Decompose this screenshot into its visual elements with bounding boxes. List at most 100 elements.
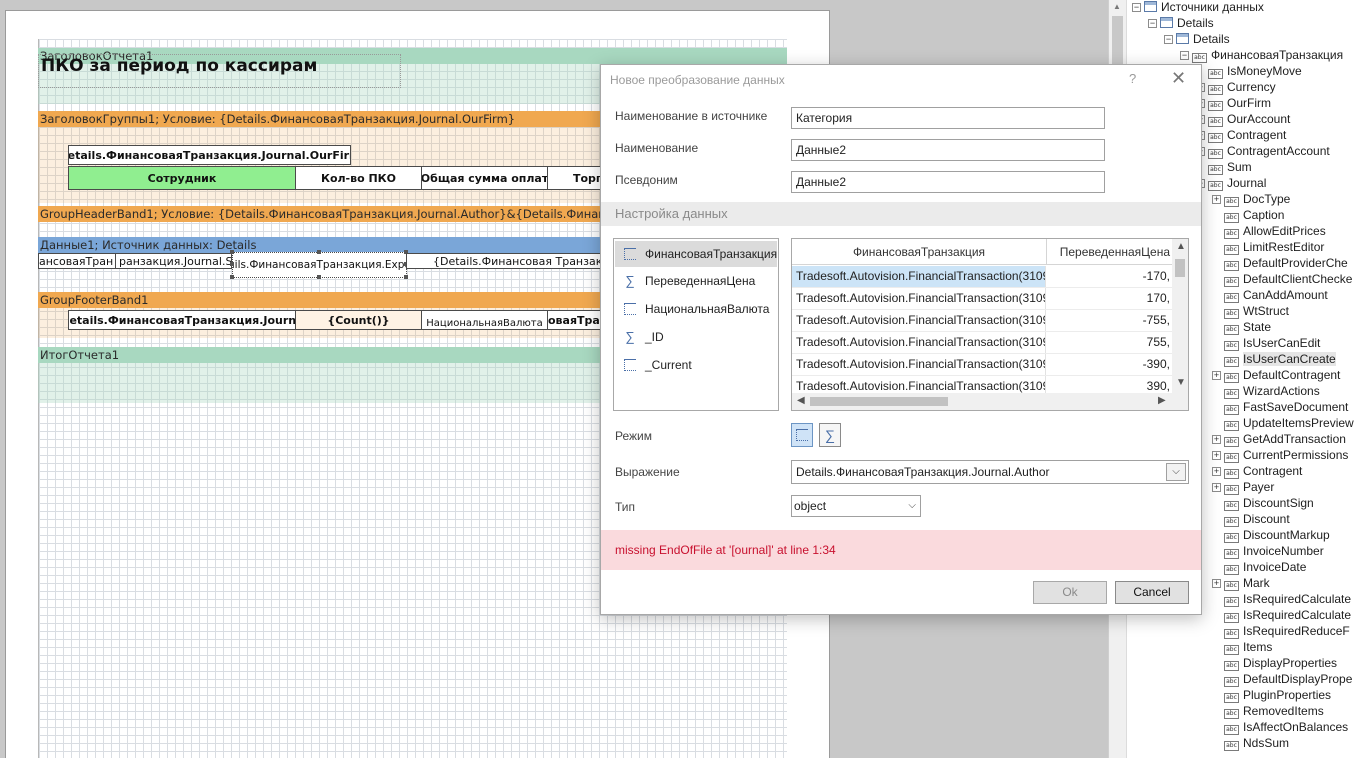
tree-item[interactable]: abc InvoiceDate (1212, 559, 1306, 575)
collapse-icon[interactable]: − (1132, 3, 1141, 12)
scroll-right-icon[interactable]: ▶ (1158, 395, 1166, 406)
footer-cell-currency[interactable]: НациональнаяВалюта (421, 310, 548, 330)
expand-icon[interactable]: + (1212, 371, 1221, 380)
tree-item[interactable]: abc IsRequiredCalculate (1212, 607, 1351, 623)
expression-field[interactable]: Details.ФинансоваяТранзакция.Journal.Aut… (791, 460, 1189, 484)
help-icon[interactable]: ? (1129, 71, 1136, 86)
field-item-id[interactable]: ∑ _ID (615, 324, 777, 350)
scroll-down-icon[interactable]: ▼ (1176, 377, 1186, 388)
preview-horizontal-scrollbar[interactable]: ◀ ▶ (792, 393, 1188, 410)
data-preview-grid[interactable]: ФинансоваяТранзакция ПереведеннаяЦена Tr… (791, 238, 1189, 411)
scroll-up-icon[interactable]: ▲ (1176, 241, 1186, 252)
tree-item[interactable]: + abc Payer (1212, 479, 1274, 495)
selection-handle[interactable] (230, 262, 234, 266)
tree-item[interactable]: abc PluginProperties (1212, 687, 1331, 703)
group-field-cell[interactable]: {Details.ФинансоваяТранзакция.Journal.Ou… (68, 145, 351, 165)
tree-item[interactable]: abc IsUserCanEdit (1212, 335, 1320, 351)
tree-item[interactable]: +abcOurAccount (1196, 111, 1290, 127)
tree-item[interactable]: abc FastSaveDocument (1212, 399, 1348, 415)
tree-item[interactable]: +abcContragent (1196, 127, 1286, 143)
tree-item[interactable]: abc IsUserCanCreate (1212, 351, 1336, 367)
tree-item[interactable]: abc NdsSum (1212, 735, 1289, 751)
tree-item[interactable]: abc InvoiceNumber (1212, 543, 1324, 559)
preview-vertical-scrollbar[interactable]: ▲ ▼ (1172, 239, 1188, 393)
tree-item[interactable]: + abc DocType (1212, 191, 1290, 207)
tree-item[interactable]: abc IsRequiredCalculate (1212, 591, 1351, 607)
tree-item[interactable]: abc IsRequiredReduceF (1212, 623, 1350, 639)
collapse-icon[interactable]: − (1164, 35, 1173, 44)
tree-item[interactable]: + abc CurrentPermissions (1212, 447, 1348, 463)
field-item-current[interactable]: _Current (615, 352, 777, 378)
preview-column-header[interactable]: ФинансоваяТранзакция (792, 239, 1047, 265)
name-field[interactable] (791, 139, 1105, 161)
scroll-left-icon[interactable]: ◀ (797, 395, 805, 406)
type-select[interactable]: object ⌵ (791, 495, 921, 517)
tree-item[interactable]: abc DiscountMarkup (1212, 527, 1330, 543)
tree-item[interactable]: − Details (1148, 15, 1214, 31)
expand-icon[interactable]: + (1212, 467, 1221, 476)
selection-handle[interactable] (317, 275, 321, 279)
tree-item[interactable]: abc DiscountSign (1212, 495, 1314, 511)
tree-item[interactable]: abc Sum (1196, 159, 1252, 175)
tree-item[interactable]: − abc ФинансоваяТранзакция (1180, 47, 1343, 63)
tree-item[interactable]: abc RemovedItems (1212, 703, 1324, 719)
cancel-button[interactable]: Cancel (1115, 581, 1189, 604)
tree-item[interactable]: abc DefaultClientChecke (1212, 271, 1352, 287)
field-item-transaction[interactable]: ФинансоваяТранзакция (615, 241, 777, 267)
tree-item[interactable]: abc Caption (1212, 207, 1284, 223)
alias-field[interactable] (791, 171, 1105, 193)
tree-item[interactable]: + abc DefaultContragent (1212, 367, 1340, 383)
sum-mode-button[interactable]: ∑ (819, 423, 841, 447)
tree-item[interactable]: abc DisplayProperties (1212, 655, 1337, 671)
preview-row[interactable]: Tradesoft.Autovision.FinancialTransactio… (792, 332, 1172, 354)
selection-handle[interactable] (230, 250, 234, 254)
footer-cell-employee[interactable]: {Details.ФинансоваяТранзакция.Journal. (68, 310, 296, 330)
tree-item[interactable]: abc IsAffectOnBalances (1212, 719, 1348, 735)
collapse-icon[interactable]: − (1148, 19, 1157, 28)
close-icon[interactable]: ✕ (1171, 68, 1186, 89)
chevron-down-icon[interactable]: ⌵ (908, 496, 916, 516)
tree-item[interactable]: +abcOurFirm (1196, 95, 1271, 111)
preview-row[interactable]: Tradesoft.Autovision.FinancialTransactio… (792, 310, 1172, 332)
header-cell-count[interactable]: Кол-во ПКО (295, 166, 422, 190)
header-cell-total[interactable]: Общая сумма оплат (421, 166, 548, 190)
tree-item[interactable]: abc CanAddAmount (1212, 287, 1328, 303)
tree-item[interactable]: +abcContragent (1212, 463, 1302, 479)
tree-item[interactable]: + abc Mark (1212, 575, 1270, 591)
data-cell-1[interactable]: ансоваяТран (38, 253, 116, 269)
source-name-field[interactable] (791, 107, 1105, 129)
preview-row[interactable]: Tradesoft.Autovision.FinancialTransactio… (792, 354, 1172, 376)
expand-icon[interactable]: + (1212, 451, 1221, 460)
preview-column-header[interactable]: ПереведеннаяЦена (1047, 239, 1172, 265)
header-cell-employee[interactable]: Сотрудник (68, 166, 296, 190)
field-list[interactable]: ФинансоваяТранзакция ∑ ПереведеннаяЦена Н… (613, 238, 779, 411)
chevron-down-icon[interactable]: ⌵ (1166, 463, 1186, 481)
header-cell-trade[interactable]: Торго (547, 166, 607, 190)
tree-item[interactable]: abc WtStruct (1212, 303, 1289, 319)
expand-icon[interactable]: + (1212, 195, 1221, 204)
tree-item[interactable]: +abcContragentAccount (1196, 143, 1330, 159)
data-cell-4[interactable]: {Details.Финансовая Транзакция (406, 253, 606, 269)
tree-item[interactable]: +abcCurrency (1196, 79, 1276, 95)
tree-item[interactable]: abc WizardActions (1212, 383, 1320, 399)
tree-item[interactable]: abc DefaultDisplayPrope (1212, 671, 1352, 687)
data-cell-2[interactable]: ранзакция.Journal.Sta (115, 253, 232, 269)
expand-icon[interactable]: + (1212, 483, 1221, 492)
expand-icon[interactable]: + (1212, 579, 1221, 588)
preview-row[interactable]: Tradesoft.Autovision.FinancialTransactio… (792, 288, 1172, 310)
scroll-thumb[interactable] (810, 397, 948, 406)
ok-button[interactable]: Ok (1033, 581, 1107, 604)
new-data-transformation-dialog[interactable]: Новое преобразование данных ? ✕ Наименов… (600, 64, 1202, 615)
tree-item[interactable]: abc UpdateItemsPreview (1212, 415, 1354, 431)
tree-item[interactable]: − Источники данных (1132, 0, 1264, 15)
field-item-currency[interactable]: НациональнаяВалюта (615, 296, 777, 322)
tree-item[interactable]: abc LimitRestEditor (1212, 239, 1324, 255)
selection-handle[interactable] (404, 275, 408, 279)
tree-item[interactable]: abc Items (1212, 639, 1272, 655)
selection-handle[interactable] (317, 250, 321, 254)
tree-item[interactable]: abc IsMoneyMove (1196, 63, 1302, 79)
dimension-mode-button[interactable] (791, 423, 813, 447)
footer-cell-count[interactable]: {Count()} (295, 310, 422, 330)
tree-item[interactable]: abc AllowEditPrices (1212, 223, 1326, 239)
tree-item[interactable]: abc State (1212, 319, 1271, 335)
